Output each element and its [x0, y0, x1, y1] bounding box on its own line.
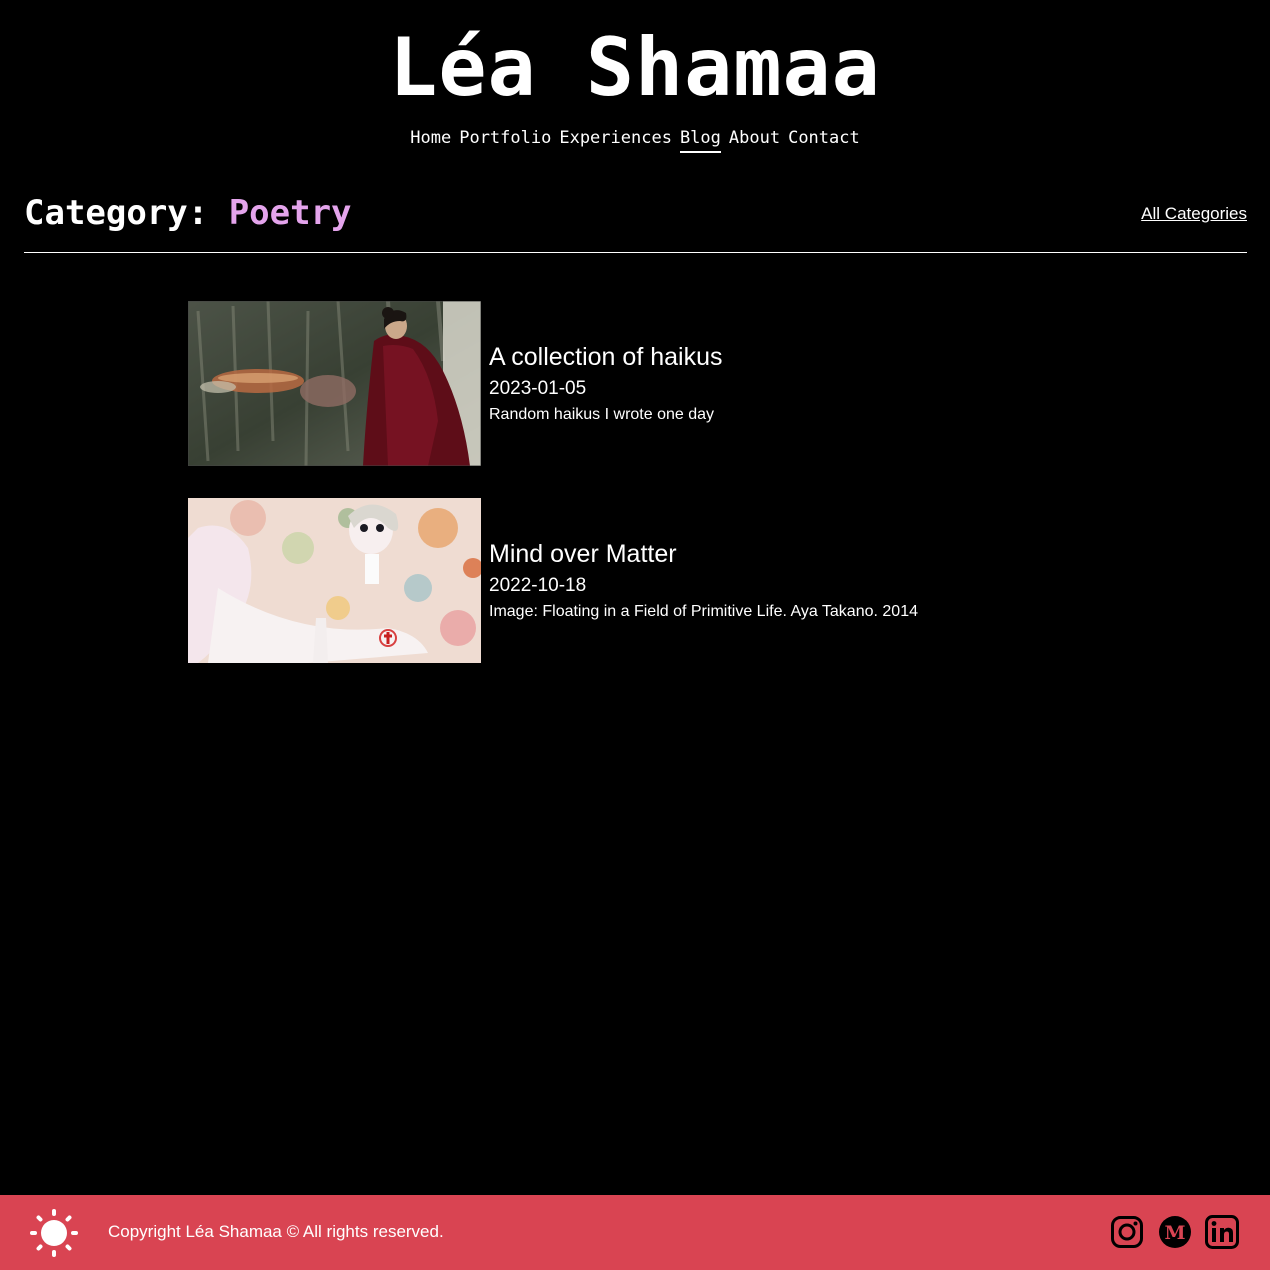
- nav-item-portfolio[interactable]: Portfolio: [459, 128, 551, 153]
- category-name: Poetry: [228, 193, 352, 233]
- floral-painting-figure-icon[interactable]: [188, 498, 481, 663]
- linkedin-icon[interactable]: [1205, 1215, 1239, 1249]
- instagram-icon[interactable]: [1110, 1215, 1144, 1249]
- nav-item-blog[interactable]: Blog: [679, 128, 721, 153]
- header-divider: [24, 252, 1247, 253]
- post-card[interactable]: Mind over Matter 2022-10-18 Image: Float…: [188, 498, 1068, 663]
- post-summary: Random haikus I wrote one day: [489, 406, 715, 423]
- post-card[interactable]: A collection of haikus 2023-01-05 Random…: [188, 301, 1068, 466]
- footer: Copyright Léa Shamaa © All rights reserv…: [0, 1195, 1270, 1270]
- page: Léa Shamaa Home Portfolio Experiences Bl…: [0, 0, 1270, 1270]
- post-title[interactable]: Mind over Matter: [489, 540, 918, 569]
- nav-item-contact[interactable]: Contact: [788, 128, 860, 153]
- category-prefix: Category:: [24, 193, 229, 233]
- post-text: Mind over Matter 2022-10-18 Image: Float…: [481, 498, 918, 663]
- nav-item-home[interactable]: Home: [410, 128, 451, 153]
- nav-item-experiences[interactable]: Experiences: [559, 128, 672, 153]
- main-nav: Home Portfolio Experiences Blog About Co…: [0, 128, 1270, 153]
- sun-icon[interactable]: [30, 1209, 78, 1257]
- post-date: 2022-10-18: [489, 575, 587, 596]
- category-heading: Category: Poetry: [24, 188, 352, 238]
- post-date: 2023-01-05: [489, 378, 587, 399]
- site-title[interactable]: Léa Shamaa: [0, 18, 1270, 118]
- post-text: A collection of haikus 2023-01-05 Random…: [481, 301, 722, 466]
- medium-icon[interactable]: M: [1158, 1215, 1192, 1249]
- post-title[interactable]: A collection of haikus: [489, 343, 722, 372]
- post-summary: Image: Floating in a Field of Primitive …: [489, 603, 918, 620]
- all-categories-link[interactable]: All Categories: [1141, 204, 1247, 224]
- svg-text:M: M: [1164, 1222, 1185, 1244]
- nav-item-about[interactable]: About: [729, 128, 780, 153]
- painting-woman-red-cloak-icon[interactable]: [188, 301, 481, 466]
- copyright-text: Copyright Léa Shamaa © All rights reserv…: [108, 1222, 444, 1241]
